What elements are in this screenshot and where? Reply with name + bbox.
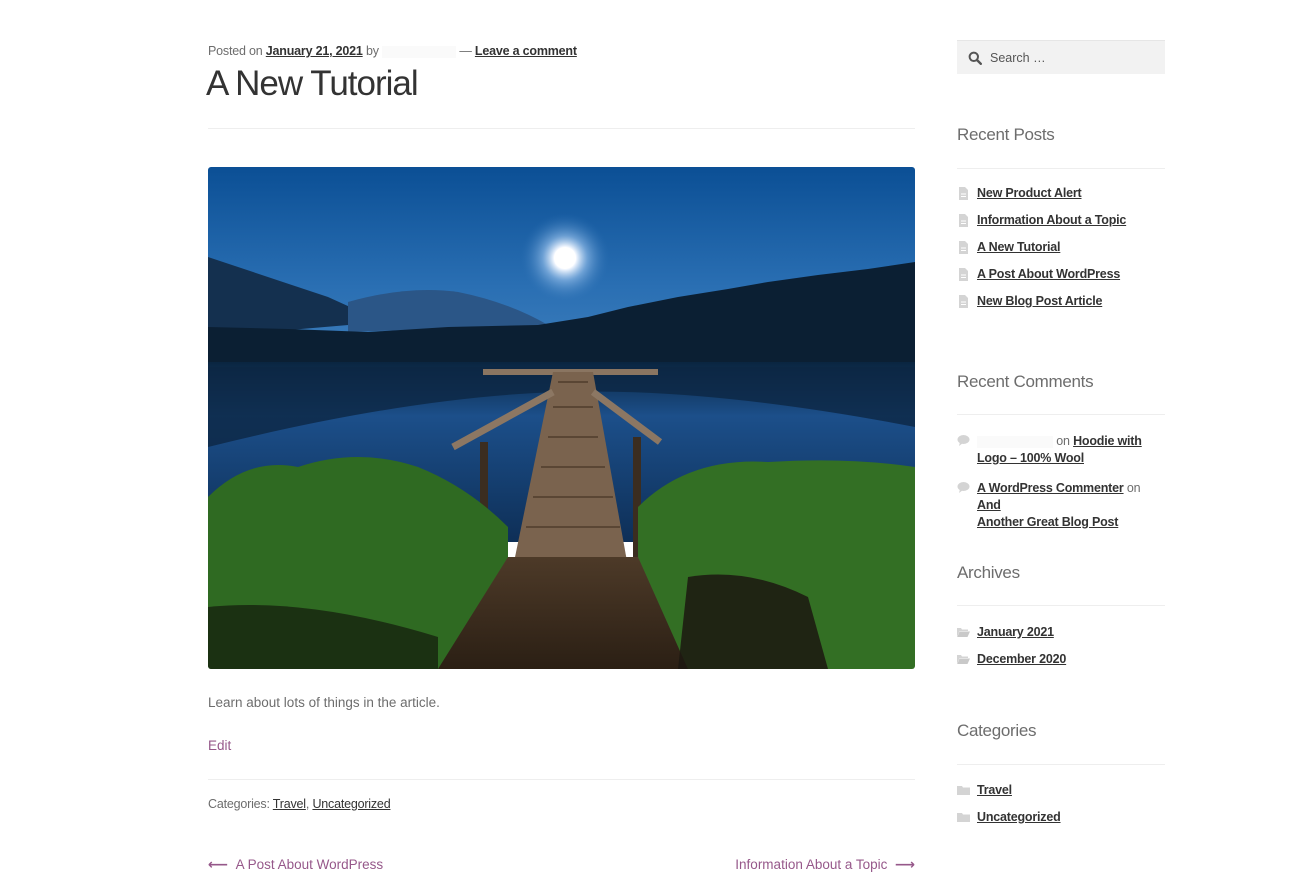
comment-post-title-part: Another Great Blog Post [977, 515, 1119, 529]
comment-post-title-part: Hoodie with [1073, 434, 1142, 448]
document-icon [959, 268, 968, 281]
posted-on-label: Posted on [208, 44, 263, 58]
categories-list: Travel Uncategorized [957, 783, 1165, 824]
archive-link[interactable]: January 2021 [977, 625, 1054, 639]
archives-divider [957, 605, 1165, 606]
post-date-link[interactable]: January 21, 2021 [266, 44, 363, 58]
post-categories: Categories: Travel, Uncategorized [208, 797, 391, 811]
document-icon [959, 241, 968, 254]
recent-post-link[interactable]: Information About a Topic [977, 213, 1126, 227]
archives-list: January 2021 December 2020 [957, 625, 1165, 666]
footer-divider [208, 779, 915, 780]
recent-posts-divider [957, 168, 1165, 169]
recent-post-item: New Blog Post Article [957, 294, 1165, 308]
arrow-right-icon: ⟶ [894, 856, 915, 872]
recent-post-link[interactable]: A New Tutorial [977, 240, 1061, 254]
archive-item: December 2020 [957, 652, 1165, 666]
comment-bubble-icon [957, 482, 970, 493]
recent-comments-title: Recent Comments [957, 372, 1094, 391]
recent-post-item: Information About a Topic [957, 213, 1165, 227]
leave-comment-link[interactable]: Leave a comment [475, 44, 577, 58]
archive-link[interactable]: December 2020 [977, 652, 1066, 666]
categories-label: Categories: [208, 797, 270, 811]
comment-on-label: on [1126, 481, 1141, 495]
recent-comments-divider [957, 414, 1165, 415]
category-link[interactable]: Uncategorized [977, 810, 1061, 824]
recent-post-item: New Product Alert [957, 186, 1165, 200]
folder-icon [957, 813, 970, 822]
comment-author-redacted [977, 435, 1053, 448]
recent-post-link[interactable]: New Product Alert [977, 186, 1082, 200]
comment-post-title-part: Logo – 100% Wool [977, 451, 1084, 465]
document-icon [959, 187, 968, 200]
recent-posts-title: Recent Posts [957, 125, 1055, 144]
recent-post-item: A New Tutorial [957, 240, 1165, 254]
post-excerpt: Learn about lots of things in the articl… [208, 695, 440, 710]
comment-post-title-part: And [977, 498, 1001, 512]
category-link-uncategorized[interactable]: Uncategorized [312, 797, 390, 811]
folder-icon [957, 786, 970, 795]
title-divider [208, 128, 915, 129]
recent-comment-item: A WordPress Commenter on And Another Grea… [957, 480, 1165, 531]
previous-post-label: A Post About WordPress [235, 857, 384, 872]
featured-image [208, 167, 915, 669]
category-separator: , [305, 797, 310, 811]
recent-posts-list: New Product Alert Information About a To… [957, 186, 1165, 308]
comment-author-link[interactable]: A WordPress Commenter [977, 481, 1124, 495]
next-post-label: Information About a Topic [735, 857, 888, 872]
arrow-left-icon: ⟵ [208, 856, 229, 872]
meta-separator: — [459, 44, 472, 58]
search-input[interactable] [957, 41, 1165, 74]
category-link-travel[interactable]: Travel [273, 797, 306, 811]
previous-post-link[interactable]: ⟵ A Post About WordPress [208, 856, 383, 873]
document-icon [959, 295, 968, 308]
folder-open-icon [957, 655, 970, 664]
comment-on-label: on [1056, 434, 1070, 448]
edit-link[interactable]: Edit [208, 738, 231, 753]
recent-comment-item: on Hoodie with Logo – 100% Wool [957, 433, 1165, 467]
category-link[interactable]: Travel [977, 783, 1012, 797]
recent-post-item: A Post About WordPress [957, 267, 1165, 281]
post-meta: Posted on January 21, 2021 by — Leave a … [208, 44, 577, 58]
folder-open-icon [957, 628, 970, 637]
category-item: Uncategorized [957, 810, 1165, 824]
comment-bubble-icon [957, 435, 970, 446]
recent-post-link[interactable]: A Post About WordPress [977, 267, 1120, 281]
archives-title: Archives [957, 563, 1020, 582]
categories-title: Categories [957, 721, 1037, 740]
by-label: by [365, 44, 379, 58]
next-post-link[interactable]: Information About a Topic ⟶ [735, 856, 915, 873]
search-form [957, 40, 1165, 74]
recent-post-link[interactable]: New Blog Post Article [977, 294, 1102, 308]
comment-post-link[interactable]: And Another Great Blog Post [977, 498, 1118, 529]
archive-item: January 2021 [957, 625, 1165, 639]
categories-divider [957, 764, 1165, 765]
category-item: Travel [957, 783, 1165, 797]
document-icon [959, 214, 968, 227]
post-title: A New Tutorial [206, 64, 419, 103]
author-redacted [382, 45, 457, 58]
recent-comments-list: on Hoodie with Logo – 100% Wool A WordPre… [957, 433, 1165, 531]
